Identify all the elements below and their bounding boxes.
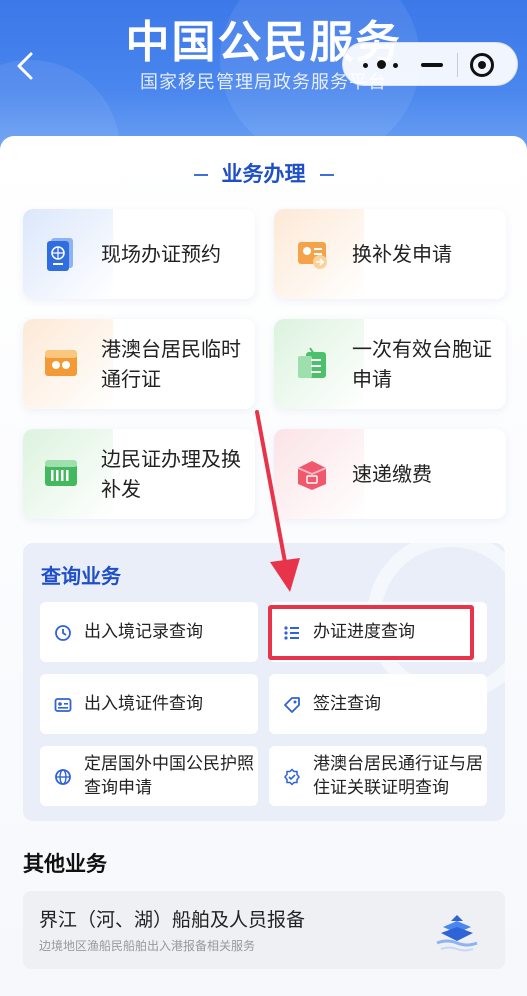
permit-icon bbox=[45, 350, 77, 376]
back-button[interactable] bbox=[10, 48, 40, 84]
highlight-box bbox=[268, 605, 474, 660]
clock-icon bbox=[55, 625, 71, 641]
card-mtp-one-time[interactable]: 一次有效台胞证申请 bbox=[274, 319, 506, 409]
badge-icon bbox=[284, 768, 300, 786]
query-label: 签注查询 bbox=[313, 694, 381, 714]
business-section-title: 业务办理 bbox=[0, 158, 527, 188]
query-label: 港澳台居民通行证与居住证关联证明查询 bbox=[313, 754, 483, 798]
card-label: 现场办证预约 bbox=[101, 242, 221, 266]
other-card-subtitle: 边境地区渔船民船舶出入港报备相关服务 bbox=[39, 939, 256, 953]
card-label: 速递缴费 bbox=[352, 462, 432, 486]
capsule-divider bbox=[457, 53, 458, 77]
minimize-button[interactable] bbox=[421, 63, 443, 67]
card-label: 边民证办理及换补发 bbox=[101, 447, 241, 501]
border-card-icon bbox=[45, 460, 77, 486]
tag-icon bbox=[284, 697, 300, 713]
query-hmt-permit-link[interactable]: 港澳台居民通行证与居住证关联证明查询 bbox=[269, 746, 487, 806]
card-border-resident-permit[interactable]: 边民证办理及换补发 bbox=[23, 429, 255, 519]
card-express-payment[interactable]: 速递缴费 bbox=[274, 429, 506, 519]
card-hmt-temporary-permit[interactable]: 港澳台居民临时通行证 bbox=[23, 319, 255, 409]
card-icon bbox=[54, 698, 72, 712]
other-card-title: 界江（河、湖）船舶及人员报备 bbox=[39, 909, 306, 931]
other-section-title: 其他业务 bbox=[23, 852, 107, 876]
close-mini-program-button[interactable] bbox=[470, 53, 494, 77]
card-label: 港澳台居民临时通行证 bbox=[101, 337, 241, 391]
passport-icon bbox=[47, 238, 73, 271]
card-onsite-appointment[interactable]: 现场办证预约 bbox=[23, 209, 255, 299]
query-section-title: 查询业务 bbox=[41, 564, 121, 588]
more-button[interactable] bbox=[359, 53, 407, 77]
card-boundary-vessel-report[interactable]: 界江（河、湖）船舶及人员报备 边境地区渔船民船舶出入港报备相关服务 bbox=[23, 891, 505, 969]
query-entry-exit-records[interactable]: 出入境记录查询 bbox=[40, 602, 258, 662]
parcel-icon bbox=[297, 461, 327, 490]
card-label: 一次有效台胞证申请 bbox=[352, 337, 492, 391]
globe-icon bbox=[55, 769, 71, 785]
document-icon bbox=[298, 347, 326, 378]
query-label: 出入境记录查询 bbox=[84, 622, 203, 642]
card-label: 换补发申请 bbox=[352, 242, 452, 266]
query-label: 出入境证件查询 bbox=[84, 694, 203, 714]
query-endorsement[interactable]: 签注查询 bbox=[269, 674, 487, 734]
query-label: 定居国外中国公民护照查询申请 bbox=[84, 754, 254, 798]
ship-icon bbox=[436, 915, 478, 952]
app-header: 中国公民服务 国家移民管理局政务服务平台 bbox=[0, 0, 527, 150]
chevron-left-icon bbox=[17, 52, 33, 80]
query-overseas-passport[interactable]: 定居国外中国公民护照查询申请 bbox=[40, 746, 258, 806]
card-reissue-application[interactable]: 换补发申请 bbox=[274, 209, 506, 299]
mini-program-capsule bbox=[342, 42, 518, 86]
query-entry-exit-documents[interactable]: 出入境证件查询 bbox=[40, 674, 258, 734]
id-card-icon bbox=[298, 242, 327, 269]
